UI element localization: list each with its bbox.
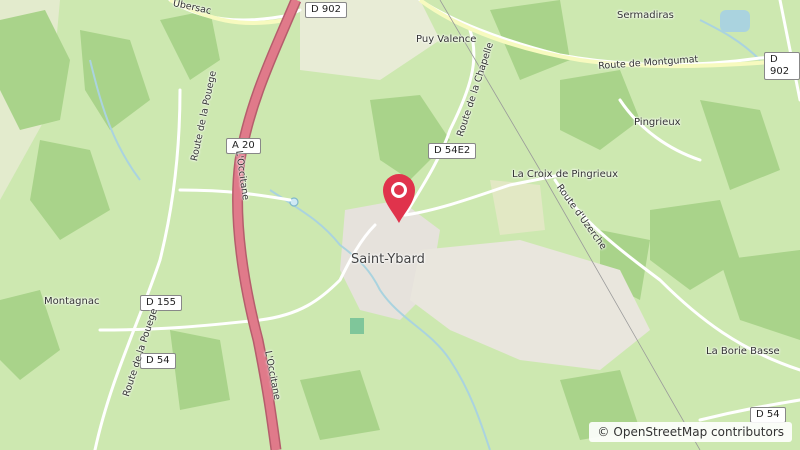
- attribution-text[interactable]: OpenStreetMap contributors: [613, 425, 784, 439]
- road-shield-d54: D 54: [750, 407, 786, 423]
- place-label-borie-basse: La Borie Basse: [706, 346, 780, 357]
- place-label-sermadiras: Sermadiras: [617, 10, 674, 21]
- place-label-pingrieux: Pingrieux: [634, 117, 681, 128]
- map-tiles: [0, 0, 800, 450]
- location-pin-icon[interactable]: [381, 172, 417, 224]
- place-label-croix-pingrieux: La Croix de Pingrieux: [512, 169, 618, 180]
- road-shield-d902: D 902: [764, 52, 800, 80]
- place-label-puy-valence: Puy Valence: [416, 34, 477, 45]
- place-label-saint-ybard: Saint-Ybard: [351, 252, 425, 267]
- place-label-montagnac: Montagnac: [44, 296, 100, 307]
- map-attribution[interactable]: © OpenStreetMap contributors: [589, 422, 792, 442]
- copyright-icon: ©: [597, 425, 610, 439]
- map-view[interactable]: Saint-Ybard Puy Valence Sermadiras Pingr…: [0, 0, 800, 450]
- road-shield-d902: D 902: [305, 2, 347, 18]
- road-shield-d54e2: D 54E2: [428, 143, 477, 159]
- road-shield-d155: D 155: [140, 295, 182, 311]
